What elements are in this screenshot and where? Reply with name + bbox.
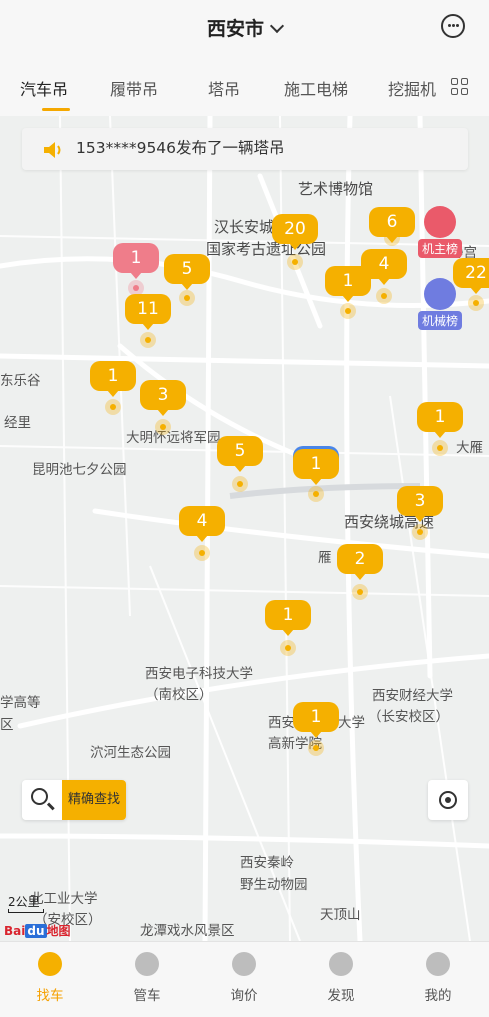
bottom-navigation: 找车 管车 询价 发现 我的	[0, 941, 489, 1017]
city-name[interactable]: 西安市	[207, 18, 264, 40]
crown-icon	[424, 278, 456, 310]
map-label: 东乐谷	[0, 373, 41, 389]
precise-search[interactable]: 精确查找	[22, 780, 126, 820]
cluster-point	[280, 640, 296, 656]
cluster-point	[140, 332, 156, 348]
map-label: 西安电子科技大学	[145, 666, 253, 682]
tab-tower-crane[interactable]: 塔吊	[208, 76, 240, 100]
map-scale-label: 2公里	[8, 895, 40, 909]
baidu-map-logo: Bai du 地图	[4, 924, 71, 938]
top-bar: 西安市	[0, 0, 489, 56]
category-tabs: 汽车吊 履带吊 塔吊 施工电梯 挖掘机	[0, 56, 489, 116]
map-label: 龙潭戏水风景区	[140, 923, 235, 939]
cluster-point	[179, 290, 195, 306]
cluster-point	[352, 584, 368, 600]
cluster-marker[interactable]: 1	[293, 449, 339, 485]
owner-ranking-label: 机主榜	[417, 239, 462, 258]
map-label: 西安	[268, 715, 295, 731]
announcement-bar: 153****9546发布了一辆塔吊	[22, 128, 468, 170]
cluster-point	[340, 303, 356, 319]
chevron-down-icon[interactable]	[269, 18, 285, 34]
cluster-marker[interactable]: 5	[164, 254, 210, 290]
cluster-point	[376, 288, 392, 304]
map-label: 学高等	[0, 695, 41, 711]
nav-inquiry[interactable]: 询价	[214, 952, 274, 1004]
category-grid-icon[interactable]	[451, 78, 469, 96]
map-label: 大明怀远将军园	[126, 430, 221, 446]
trophy-icon	[424, 206, 456, 238]
cluster-marker[interactable]: 1	[417, 402, 463, 438]
navigate-icon	[38, 952, 62, 976]
nav-find-vehicle[interactable]: 找车	[20, 952, 80, 1004]
cluster-point	[384, 230, 400, 246]
cluster-marker[interactable]: 1	[293, 702, 339, 738]
map-label: 经里	[4, 415, 31, 431]
cluster-point	[308, 740, 324, 756]
cluster-marker[interactable]: 1	[90, 361, 136, 397]
cluster-marker[interactable]: 1	[265, 600, 311, 636]
cluster-point	[232, 476, 248, 492]
nav-label: 管车	[133, 988, 161, 1004]
machine-ranking-badge[interactable]: 机械榜	[415, 278, 465, 330]
cluster-point	[468, 295, 484, 311]
cluster-point	[105, 399, 121, 415]
map-label: 昆明池七夕公园	[32, 462, 127, 478]
locate-icon[interactable]	[428, 780, 468, 820]
cluster-point	[155, 419, 171, 435]
map-label: 区	[0, 717, 14, 733]
map-label: 大雁	[456, 440, 483, 456]
tab-truck-crane[interactable]: 汽车吊	[20, 76, 68, 100]
machine-ranking-label: 机械榜	[417, 311, 462, 330]
map-label: 野生动物园	[240, 877, 308, 893]
precise-search-button[interactable]: 精确查找	[62, 780, 126, 820]
map-label: 大学	[338, 715, 365, 731]
cluster-point	[194, 545, 210, 561]
compass-icon	[329, 952, 353, 976]
map-label: 泬河生态公园	[90, 745, 171, 761]
cluster-point	[308, 486, 324, 502]
cluster-point	[287, 254, 303, 270]
map-label: 雁	[318, 550, 332, 566]
nav-label: 我的	[424, 988, 452, 1004]
announcement-text: 153****9546发布了一辆塔吊	[76, 139, 285, 157]
nav-mine[interactable]: 我的	[408, 952, 468, 1004]
nav-manage-vehicle[interactable]: 管车	[117, 952, 177, 1004]
map-label: 天顶山	[320, 907, 361, 923]
tab-construction-elevator[interactable]: 施工电梯	[284, 76, 348, 100]
nav-label: 询价	[230, 988, 258, 1004]
nav-label: 找车	[36, 988, 64, 1004]
map-label: 西安财经大学	[372, 688, 453, 704]
cluster-point	[412, 524, 428, 540]
cluster-marker[interactable]: 11	[125, 294, 171, 330]
cluster-marker[interactable]: 20	[272, 214, 318, 250]
map-label: 艺术博物馆	[298, 180, 374, 198]
map-label: 汉长安城	[214, 218, 275, 236]
cluster-marker[interactable]: 2	[337, 544, 383, 580]
nav-label: 发现	[327, 988, 355, 1004]
speaker-icon	[44, 142, 61, 158]
city-selector[interactable]: 西安市	[0, 14, 489, 41]
nav-discover[interactable]: 发现	[311, 952, 371, 1004]
owner-ranking-badge[interactable]: 机主榜	[415, 206, 465, 258]
sliders-icon	[135, 952, 159, 976]
tab-crawler-crane[interactable]: 履带吊	[110, 76, 158, 100]
message-icon[interactable]	[441, 14, 465, 38]
tab-excavator[interactable]: 挖掘机	[388, 76, 436, 100]
user-icon	[426, 952, 450, 976]
map-label: （长安校区）	[368, 709, 449, 725]
cluster-marker[interactable]: 3	[140, 380, 186, 416]
map-label: （南校区）	[145, 687, 213, 703]
map-label: 北工业大学	[30, 891, 98, 907]
cluster-marker[interactable]: 1	[325, 266, 371, 302]
cluster-point	[432, 440, 448, 456]
yuan-icon	[232, 952, 256, 976]
cluster-marker[interactable]: 1	[113, 243, 159, 279]
cluster-marker[interactable]: 3	[397, 486, 443, 522]
map-label: 西安秦岭	[240, 855, 294, 871]
active-tab-indicator	[42, 108, 70, 111]
search-icon[interactable]	[22, 780, 62, 820]
cluster-marker[interactable]: 5	[217, 436, 263, 472]
cluster-marker[interactable]: 4	[179, 506, 225, 542]
map-scale-bar	[8, 909, 44, 913]
